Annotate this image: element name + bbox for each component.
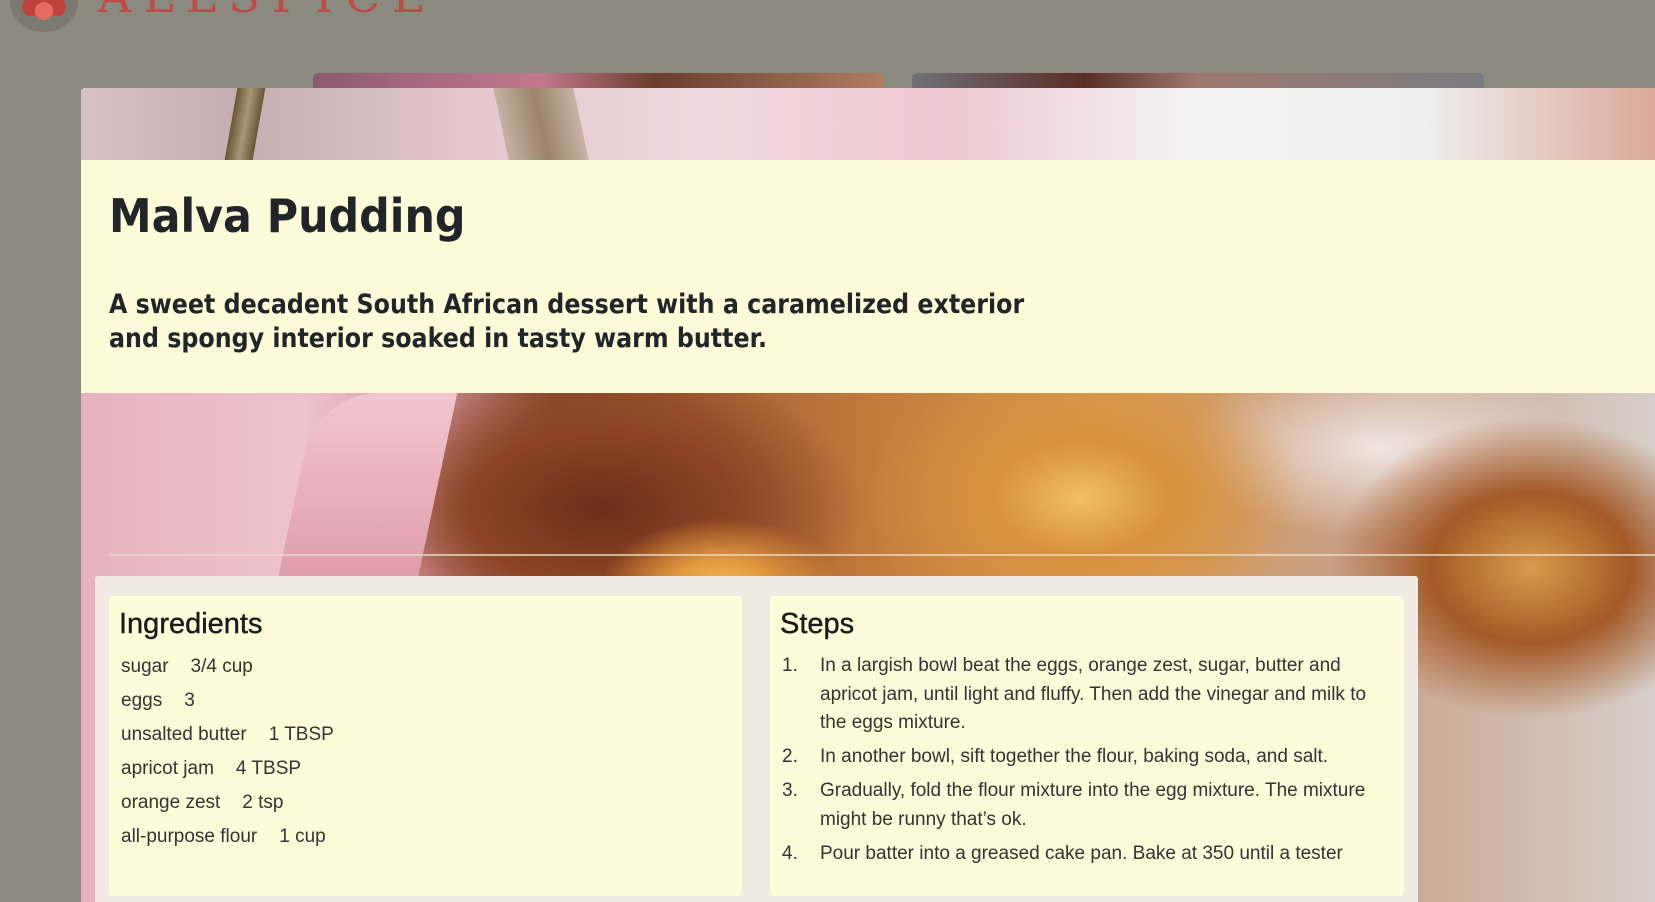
ingredient-item: unsalted butter 1 TBSP — [121, 720, 334, 754]
step-item: 1. In a largish bowl beat the eggs, orang… — [782, 652, 1382, 738]
logo[interactable] — [10, 0, 78, 32]
ingredient-item: eggs 3 — [121, 686, 334, 720]
recipe-description: A sweet decadent South African dessert w… — [109, 289, 1025, 354]
ingredient-name: sugar — [121, 656, 169, 677]
ingredient-quantity: 2 tsp — [242, 792, 284, 813]
recipe-title: Malva Pudding — [109, 189, 466, 243]
step-text: In another bowl, sift together the flour… — [820, 746, 1329, 767]
step-item: 4. Pour batter into a greased cake pan. B… — [782, 840, 1382, 869]
steps-card: Steps 1. In a largish bowl beat the eggs,… — [770, 596, 1404, 896]
step-number: 3. — [782, 780, 798, 801]
page: ALLSPICE Malva Pudding A sweet decadent … — [0, 0, 1655, 902]
ingredient-quantity: 3 — [184, 690, 195, 711]
step-item: 3. Gradually, fold the flour mixture into… — [782, 777, 1382, 834]
flower-logo-icon — [22, 0, 66, 28]
steps-heading: Steps — [780, 608, 855, 640]
brand-name[interactable]: ALLSPICE — [98, 0, 438, 20]
step-text: Pour batter into a greased cake pan. Bak… — [820, 842, 1343, 864]
step-number: 2. — [782, 746, 798, 767]
step-number: 4. — [782, 842, 798, 864]
ingredients-list: sugar 3/4 cup eggs 3 unsalted butter 1 TBSP… — [121, 652, 334, 856]
recipe-hero-image-top — [81, 88, 1655, 160]
recipe-details-panel: Ingredients sugar 3/4 cup eggs 3 unsalted … — [95, 576, 1418, 902]
ingredient-name: eggs — [121, 690, 163, 711]
ingredient-quantity: 1 TBSP — [268, 724, 334, 745]
ingredient-item: orange zest 2 tsp — [121, 788, 334, 822]
ingredient-name: unsalted butter — [121, 724, 247, 745]
ingredient-item: apricot jam 4 TBSP — [121, 754, 334, 788]
ingredients-card: Ingredients sugar 3/4 cup eggs 3 unsalted … — [109, 596, 742, 896]
ingredient-item: sugar 3/4 cup — [121, 652, 334, 686]
ingredients-heading: Ingredients — [119, 608, 263, 640]
ingredient-quantity: 4 TBSP — [235, 758, 302, 779]
step-text: In a largish bowl beat the eggs, orange … — [820, 655, 1367, 733]
step-item: 2. In another bowl, sift together the flo… — [782, 743, 1382, 772]
recipe-modal: Malva Pudding A sweet decadent South Afr… — [81, 88, 1655, 902]
divider — [109, 554, 1655, 556]
ingredient-name: all-purpose flour — [121, 826, 258, 847]
ingredient-name: apricot jam — [121, 758, 214, 779]
ingredient-name: orange zest — [121, 792, 221, 813]
step-number: 1. — [782, 655, 798, 676]
ingredient-quantity: 3/4 cup — [190, 656, 253, 677]
ingredient-quantity: 1 cup — [279, 826, 326, 847]
ingredient-item: all-purpose flour 1 cup — [121, 822, 334, 856]
step-text: Gradually, fold the flour mixture into t… — [820, 780, 1366, 830]
steps-list: 1. In a largish bowl beat the eggs, orang… — [782, 652, 1382, 874]
